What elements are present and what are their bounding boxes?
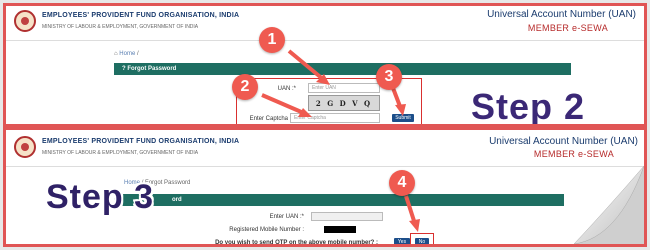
page-curl-decoration bbox=[574, 166, 644, 244]
step2-panel: EMPLOYEES' PROVIDENT FUND ORGANISATION, … bbox=[3, 3, 647, 127]
screenshot-frame: EMPLOYEES' PROVIDENT FUND ORGANISATION, … bbox=[0, 0, 650, 250]
step-marker-4: 4 bbox=[389, 170, 415, 196]
arrow-4 bbox=[404, 195, 417, 225]
step-3-label: Step 3 bbox=[46, 178, 155, 216]
arrow-2 bbox=[261, 93, 307, 116]
arrow-4-head bbox=[409, 219, 420, 232]
step-2-label: Step 2 bbox=[471, 86, 586, 127]
step-marker-3: 3 bbox=[376, 64, 402, 90]
arrow-1 bbox=[287, 49, 326, 82]
step3-panel: EMPLOYEES' PROVIDENT FUND ORGANISATION, … bbox=[3, 127, 647, 247]
step-marker-2: 2 bbox=[232, 74, 258, 100]
step-marker-1: 1 bbox=[259, 27, 285, 53]
arrow-3-head bbox=[395, 104, 406, 116]
